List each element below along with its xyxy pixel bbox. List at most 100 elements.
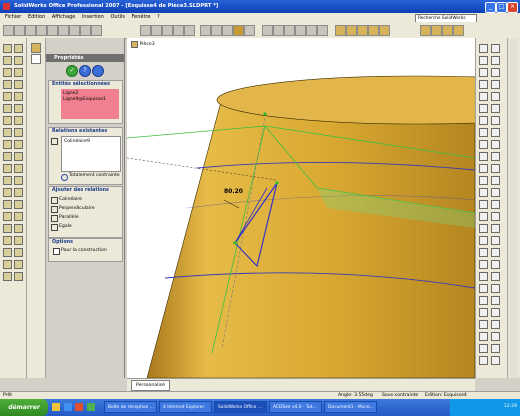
feature-tool-icon[interactable] [14,80,23,89]
quick-launch-icon[interactable] [75,403,84,411]
feature-tool-icon[interactable] [3,56,12,65]
add-relation-parallel[interactable]: Parallèle [59,215,79,220]
print-icon[interactable] [36,25,47,36]
add-relation-equal[interactable]: Egale [59,224,72,229]
sketch-tool-icon[interactable] [479,56,488,65]
rectangle-tool-icon[interactable] [295,25,306,36]
wireframe-icon[interactable] [211,25,222,36]
feature-tool-icon[interactable] [14,188,23,197]
sketch-tool-icon[interactable] [479,140,488,149]
sketch-tool-icon[interactable] [491,116,500,125]
quick-launch-icon[interactable] [63,403,72,411]
sketch-tool-icon[interactable] [491,344,500,353]
menu-help[interactable]: ? [157,13,160,22]
sketch-tool-icon[interactable] [479,308,488,317]
taskbar-item[interactable]: SolidWorks Office ... [214,401,267,413]
sketch-tool-icon[interactable] [491,164,500,173]
taskbar-item[interactable]: Boîte de réception ... [104,401,157,413]
feature-tool-icon[interactable] [3,104,12,113]
rib-icon[interactable] [442,25,453,36]
feature-tool-icon[interactable] [3,44,12,53]
sketch-tool-icon[interactable] [479,272,488,281]
feature-tool-icon[interactable] [14,164,23,173]
feature-tool-icon[interactable] [3,260,12,269]
feature-tool-icon[interactable] [3,140,12,149]
feature-tool-icon[interactable] [14,104,23,113]
revolve-icon[interactable] [346,25,357,36]
sketch-tool-icon[interactable] [491,56,500,65]
zoom-fit-icon[interactable] [140,25,151,36]
feature-tool-icon[interactable] [14,44,23,53]
menu-fenetre[interactable]: Fenêtre [132,13,151,22]
feature-tool-icon[interactable] [14,116,23,125]
sketch-tool-icon[interactable] [491,296,500,305]
rotate-icon[interactable] [173,25,184,36]
feature-tool-icon[interactable] [14,224,23,233]
circle-tool-icon[interactable] [306,25,317,36]
existing-relation-item[interactable]: Colinéaire9 [64,139,90,144]
feature-tool-icon[interactable] [14,92,23,101]
sketch-tool-icon[interactable] [491,284,500,293]
sketch-tool-icon[interactable] [491,212,500,221]
feature-tool-icon[interactable] [3,128,12,137]
sketch-tool-icon[interactable] [491,356,500,365]
sketch-tool-icon[interactable] [491,224,500,233]
feature-tool-icon[interactable] [3,116,12,125]
sketch-tool-icon[interactable] [491,260,500,269]
sketch-tool-icon[interactable] [479,284,488,293]
draft-icon[interactable] [453,25,464,36]
line-tool-icon[interactable] [284,25,295,36]
add-relation-collinear[interactable]: Colinéaire [59,197,82,202]
feature-tool-icon[interactable] [3,200,12,209]
vertical-scrollbar[interactable] [507,38,518,378]
selected-entity-item[interactable]: Ligne2 [63,91,78,96]
arc-tool-icon[interactable] [317,25,328,36]
construction-checkbox[interactable] [53,248,60,255]
menu-edition[interactable]: Edition [28,13,45,22]
graphics-area[interactable]: Pièce3 80.20 [127,38,475,378]
feature-tool-icon[interactable] [3,80,12,89]
sketch-tool-icon[interactable] [491,272,500,281]
sketch-tool-icon[interactable] [491,188,500,197]
options-icon[interactable] [80,25,91,36]
zoom-icon[interactable] [162,25,173,36]
taskbar-item[interactable]: 4 Internet Explorer [159,401,212,413]
fillet-icon[interactable] [357,25,368,36]
sketch-tool-icon[interactable] [491,128,500,137]
sketch-tool-icon[interactable] [479,116,488,125]
help-icon[interactable] [91,25,102,36]
new-document-icon[interactable] [3,25,14,36]
sketch-tool-icon[interactable] [479,92,488,101]
sketch-tool-icon[interactable] [479,188,488,197]
section-view-icon[interactable] [244,25,255,36]
select-icon[interactable] [58,25,69,36]
feature-tool-icon[interactable] [3,92,12,101]
taskbar-item[interactable]: ACDSee v4.0 - Tut... [269,401,322,413]
existing-relations-list[interactable]: Colinéaire9 [61,136,121,172]
pin-button[interactable] [92,65,104,77]
sketch-tool-icon[interactable] [479,68,488,77]
start-button[interactable]: démarrer [0,399,48,416]
menu-outils[interactable]: Outils [111,13,125,22]
chamfer-icon[interactable] [368,25,379,36]
sketch-tool-icon[interactable] [491,176,500,185]
feature-tool-icon[interactable] [3,272,12,281]
sketch-tool-icon[interactable] [491,140,500,149]
sketch-tool-icon[interactable] [491,104,500,113]
feature-tool-icon[interactable] [14,248,23,257]
feature-tool-icon[interactable] [14,68,23,77]
feature-tool-icon[interactable] [14,176,23,185]
sketch-tool-icon[interactable] [479,296,488,305]
sketch-tool-icon[interactable] [479,104,488,113]
minimize-button[interactable]: _ [485,2,496,13]
extrude-icon[interactable] [335,25,346,36]
selected-entity-item[interactable]: Ligne9@Esquisse1 [63,97,106,102]
feature-tool-icon[interactable] [3,164,12,173]
menu-affichage[interactable]: Affichage [52,13,76,22]
shaded-icon[interactable] [233,25,244,36]
menu-insertion[interactable]: Insertion [82,13,104,22]
feature-tool-icon[interactable] [3,248,12,257]
sketch-tool-icon[interactable] [479,344,488,353]
sketch-tool-icon[interactable] [491,80,500,89]
quick-launch-icon[interactable] [86,403,95,411]
